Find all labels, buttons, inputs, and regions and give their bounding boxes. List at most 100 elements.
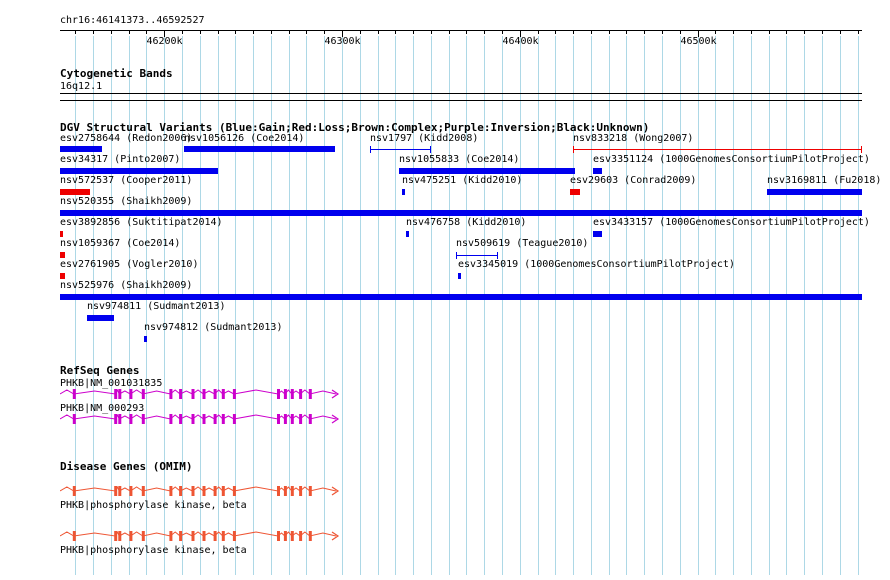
gene-exon [283,486,287,496]
variant-endcap [573,146,574,153]
gene-exon [283,389,287,399]
variant-glyph[interactable] [60,210,862,216]
refseq-track-title: RefSeq Genes [60,364,140,377]
ruler-tick-label: 46400k [502,36,538,47]
variant-label[interactable]: nsv475251 (Kidd2010) [402,175,522,186]
gene-exon [290,389,294,399]
variant-endcap [370,146,371,153]
gene-label[interactable]: PHKB|phosphorylase kinase, beta [60,500,247,511]
variant-label[interactable]: nsv1797 (Kidd2008) [370,133,478,144]
gene-exon [114,389,118,399]
gene-intron [60,485,337,492]
gene-model[interactable] [60,484,340,498]
gene-exon [72,531,76,541]
gene-exon [308,414,312,424]
variant-label[interactable]: esv3351124 (1000GenomesConsortiumPilotPr… [593,154,870,165]
gene-exon [232,414,236,424]
variant-label[interactable]: nsv520355 (Shaikh2009) [60,196,192,207]
genome-browser-panel: chr16:46141373..46592527 46200k 46300k 464… [0,0,890,580]
variant-glyph[interactable] [402,189,405,195]
variant-label[interactable]: nsv974812 (Sudmant2013) [144,322,282,333]
gene-exon [118,414,122,424]
variant-label[interactable]: nsv525976 (Shaikh2009) [60,280,192,291]
gene-exon [179,389,183,399]
variant-endcap [456,252,457,259]
gene-exon [202,414,206,424]
gene-exon [299,389,303,399]
gene-exon [129,389,133,399]
variant-glyph[interactable] [60,168,218,174]
variant-label[interactable]: esv29603 (Conrad2009) [570,175,696,186]
variant-label[interactable]: nsv3169811 (Fu2018) [767,175,881,186]
variant-glyph[interactable] [370,149,431,150]
variant-glyph[interactable] [144,336,147,342]
gene-exon [221,531,225,541]
gene-exon [202,486,206,496]
variant-glyph[interactable] [593,231,602,237]
gene-exon [213,486,217,496]
gene-exon [232,389,236,399]
variant-glyph[interactable] [767,189,862,195]
gene-intron [60,388,337,395]
variant-glyph[interactable] [87,315,114,321]
gene-exon [283,414,287,424]
variant-glyph[interactable] [60,146,102,152]
variant-glyph[interactable] [399,168,575,174]
variant-label[interactable]: esv34317 (Pinto2007) [60,154,180,165]
variant-glyph[interactable] [593,168,602,174]
gene-model[interactable] [60,387,340,401]
variant-glyph[interactable] [406,231,409,237]
variant-label[interactable]: nsv509619 (Teague2010) [456,238,588,249]
variant-glyph[interactable] [60,252,65,258]
gene-exon [308,486,312,496]
variant-glyph[interactable] [60,273,65,279]
gene-intron [60,530,337,537]
gene-exon [141,389,145,399]
variant-glyph[interactable] [570,189,580,195]
variant-glyph[interactable] [60,294,862,300]
gene-exon [169,531,173,541]
cytoband-track-title: Cytogenetic Bands [60,67,173,80]
variant-label[interactable]: nsv1055833 (Coe2014) [399,154,519,165]
gene-exon [191,389,195,399]
variant-glyph[interactable] [60,231,63,237]
variant-glyph[interactable] [573,149,862,150]
variant-label[interactable]: nsv476758 (Kidd2010) [406,217,526,228]
gene-exon [129,414,133,424]
gene-label[interactable]: PHKB|phosphorylase kinase, beta [60,545,247,556]
gene-model[interactable] [60,412,340,426]
gene-exon [202,389,206,399]
variant-label[interactable]: esv3433157 (1000GenomesConsortiumPilotPr… [593,217,870,228]
gene-exon [114,531,118,541]
variant-glyph[interactable] [60,189,90,195]
ruler[interactable]: 46200k 46300k 46400k 46500k [0,30,890,60]
gene-exon [221,486,225,496]
gene-model[interactable] [60,529,340,543]
gene-exon [141,531,145,541]
ruler-tick-label: 46200k [146,36,182,47]
variant-label[interactable]: nsv572537 (Cooper2011) [60,175,192,186]
variant-label[interactable]: nsv1056126 (Coe2014) [184,133,304,144]
variant-label[interactable]: nsv833218 (Wong2007) [573,133,693,144]
gene-exon [277,414,280,424]
variant-label[interactable]: esv2758644 (Redon2006) [60,133,192,144]
gene-exon [299,486,303,496]
gene-exon [169,414,173,424]
gene-exon [277,531,280,541]
gene-exon [213,389,217,399]
variant-label[interactable]: esv3345019 (1000GenomesConsortiumPilotPr… [458,259,735,270]
gene-exon [221,389,225,399]
gene-exon [141,486,145,496]
ruler-tick-label: 46300k [324,36,360,47]
cytoband-label[interactable]: 16q12.1 [60,81,102,92]
location-label: chr16:46141373..46592527 [60,15,205,26]
gene-exon [283,531,287,541]
variant-label[interactable]: nsv974811 (Sudmant2013) [87,301,225,312]
variant-label[interactable]: esv3892856 (Suktitipat2014) [60,217,223,228]
variant-glyph[interactable] [456,255,498,256]
variant-label[interactable]: esv2761905 (Vogler2010) [60,259,198,270]
variant-glyph[interactable] [458,273,461,279]
gene-exon [179,531,183,541]
variant-label[interactable]: nsv1059367 (Coe2014) [60,238,180,249]
variant-glyph[interactable] [184,146,335,152]
